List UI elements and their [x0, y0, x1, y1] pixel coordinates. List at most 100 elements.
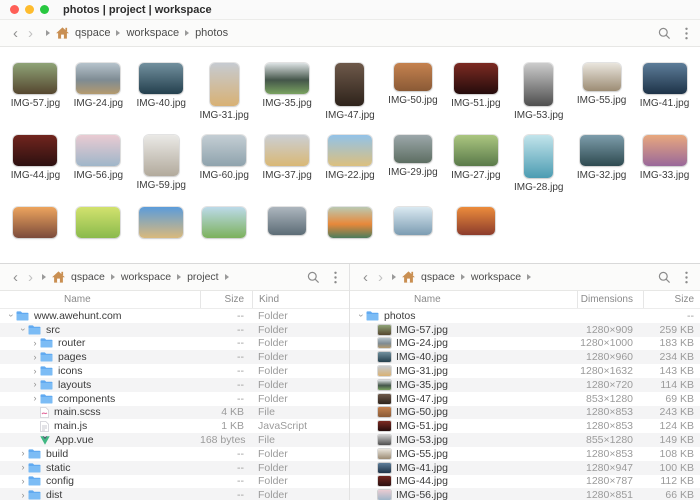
- photo-thumbnail[interactable]: [642, 135, 687, 166]
- list-item[interactable]: › photos --: [350, 309, 700, 323]
- maximize-button[interactable]: [40, 5, 49, 14]
- photo-thumbnail[interactable]: [76, 135, 121, 166]
- more-options-icon[interactable]: [685, 271, 688, 284]
- tree-row[interactable]: › www.awehunt.com -- Folder: [0, 309, 349, 323]
- photo-thumbnail[interactable]: [524, 63, 554, 106]
- tree-row[interactable]: › dist -- Folder: [0, 488, 349, 500]
- list-item[interactable]: IMG-55.jpg 1280×853 108 KB: [350, 447, 700, 461]
- tree-row[interactable]: › config -- Folder: [0, 475, 349, 489]
- photo-thumbnail[interactable]: [143, 135, 179, 176]
- photo-thumbnail[interactable]: [393, 135, 432, 163]
- photo-thumbnail[interactable]: [139, 63, 184, 94]
- breadcrumb-item[interactable]: photos: [195, 27, 228, 39]
- breadcrumb-item[interactable]: workspace: [126, 27, 179, 39]
- disclosure-closed-icon[interactable]: ›: [18, 490, 28, 500]
- column-header-size[interactable]: Size: [643, 291, 700, 308]
- photo-thumbnail[interactable]: [139, 207, 184, 238]
- photo-thumbnail[interactable]: [265, 63, 310, 94]
- photo-thumbnail[interactable]: [268, 207, 307, 235]
- list-item[interactable]: IMG-50.jpg 1280×853 243 KB: [350, 405, 700, 420]
- list-item[interactable]: IMG-40.jpg 1280×960 234 KB: [350, 350, 700, 365]
- back-button[interactable]: ‹: [358, 270, 373, 285]
- disclosure-open-icon[interactable]: ›: [7, 311, 17, 321]
- photo-thumbnail[interactable]: [76, 63, 121, 94]
- forward-button[interactable]: ›: [373, 270, 388, 285]
- home-icon[interactable]: [56, 27, 69, 39]
- tree-row[interactable]: › static -- Folder: [0, 460, 349, 475]
- search-icon[interactable]: [307, 271, 320, 284]
- photo-thumbnail[interactable]: [265, 135, 310, 166]
- list-item[interactable]: IMG-44.jpg 1280×787 112 KB: [350, 475, 700, 489]
- home-icon[interactable]: [52, 271, 65, 283]
- breadcrumb-item[interactable]: workspace: [121, 271, 171, 283]
- tree-row[interactable]: main.scss 4 KB File: [0, 405, 349, 420]
- search-icon[interactable]: [658, 27, 671, 40]
- photo-thumbnail[interactable]: [202, 135, 247, 166]
- back-button[interactable]: ‹: [8, 26, 23, 41]
- tree-row[interactable]: › build -- Folder: [0, 447, 349, 461]
- search-icon[interactable]: [658, 271, 671, 284]
- list-item[interactable]: IMG-53.jpg 855×1280 149 KB: [350, 433, 700, 447]
- tree-row[interactable]: › icons -- Folder: [0, 364, 349, 378]
- photo-thumbnail[interactable]: [13, 63, 58, 94]
- column-header-name[interactable]: Name: [350, 294, 577, 305]
- forward-button[interactable]: ›: [23, 270, 38, 285]
- column-header-size[interactable]: Size: [200, 291, 252, 308]
- minimize-button[interactable]: [25, 5, 34, 14]
- column-header-name[interactable]: Name: [0, 294, 200, 305]
- disclosure-closed-icon[interactable]: ›: [30, 394, 40, 403]
- breadcrumb-item[interactable]: project: [187, 271, 219, 283]
- forward-button[interactable]: ›: [23, 26, 38, 41]
- disclosure-closed-icon[interactable]: ›: [30, 366, 40, 376]
- more-options-icon[interactable]: [334, 271, 337, 284]
- disclosure-closed-icon[interactable]: ›: [30, 352, 40, 362]
- disclosure-open-icon[interactable]: ›: [357, 311, 367, 321]
- breadcrumb-item[interactable]: qspace: [71, 271, 105, 283]
- list-item[interactable]: IMG-41.jpg 1280×947 100 KB: [350, 460, 700, 475]
- list-item[interactable]: IMG-35.jpg 1280×720 114 KB: [350, 377, 700, 392]
- list-item[interactable]: IMG-47.jpg 853×1280 69 KB: [350, 392, 700, 406]
- breadcrumb-item[interactable]: qspace: [421, 271, 455, 283]
- list-item[interactable]: IMG-24.jpg 1280×1000 183 KB: [350, 337, 700, 351]
- photo-thumbnail[interactable]: [393, 63, 432, 91]
- disclosure-closed-icon[interactable]: ›: [18, 476, 28, 486]
- tree-row[interactable]: › router -- Folder: [0, 337, 349, 351]
- photo-thumbnail[interactable]: [13, 135, 58, 166]
- list-item[interactable]: IMG-51.jpg 1280×853 124 KB: [350, 419, 700, 433]
- close-button[interactable]: [10, 5, 19, 14]
- home-icon[interactable]: [402, 271, 415, 283]
- disclosure-open-icon[interactable]: ›: [19, 325, 29, 335]
- tree-row[interactable]: › src -- Folder: [0, 322, 349, 337]
- photo-thumbnail[interactable]: [579, 135, 624, 166]
- column-header-dimensions[interactable]: Dimensions: [577, 291, 643, 308]
- photo-thumbnail[interactable]: [335, 63, 365, 106]
- photo-thumbnail[interactable]: [13, 207, 58, 238]
- breadcrumb-item[interactable]: workspace: [471, 271, 521, 283]
- list-item[interactable]: IMG-57.jpg 1280×909 259 KB: [350, 322, 700, 337]
- photo-thumbnail[interactable]: [76, 207, 121, 238]
- photo-thumbnail[interactable]: [642, 63, 687, 94]
- disclosure-closed-icon[interactable]: ›: [30, 338, 40, 348]
- tree-row[interactable]: › components -- Folder: [0, 392, 349, 406]
- list-item[interactable]: IMG-56.jpg 1280×851 66 KB: [350, 488, 700, 500]
- back-button[interactable]: ‹: [8, 270, 23, 285]
- photo-thumbnail[interactable]: [456, 207, 495, 235]
- column-header-kind[interactable]: Kind: [252, 291, 349, 308]
- photo-thumbnail[interactable]: [202, 207, 247, 238]
- photo-thumbnail[interactable]: [393, 207, 432, 235]
- tree-row[interactable]: › pages -- Folder: [0, 350, 349, 365]
- photo-thumbnail[interactable]: [453, 135, 498, 166]
- more-options-icon[interactable]: [685, 27, 688, 40]
- photo-thumbnail[interactable]: [327, 207, 372, 238]
- breadcrumb-item[interactable]: qspace: [75, 27, 110, 39]
- disclosure-closed-icon[interactable]: ›: [18, 449, 28, 458]
- tree-row[interactable]: App.vue 168 bytes File: [0, 433, 349, 447]
- list-item[interactable]: IMG-31.jpg 1280×1632 143 KB: [350, 364, 700, 378]
- tree-row[interactable]: main.js 1 KB JavaScript: [0, 419, 349, 433]
- photo-thumbnail[interactable]: [582, 63, 621, 91]
- tree-row[interactable]: › layouts -- Folder: [0, 377, 349, 392]
- disclosure-closed-icon[interactable]: ›: [30, 380, 40, 389]
- photo-thumbnail[interactable]: [327, 135, 372, 166]
- photo-thumbnail[interactable]: [209, 63, 239, 106]
- photo-thumbnail[interactable]: [453, 63, 498, 94]
